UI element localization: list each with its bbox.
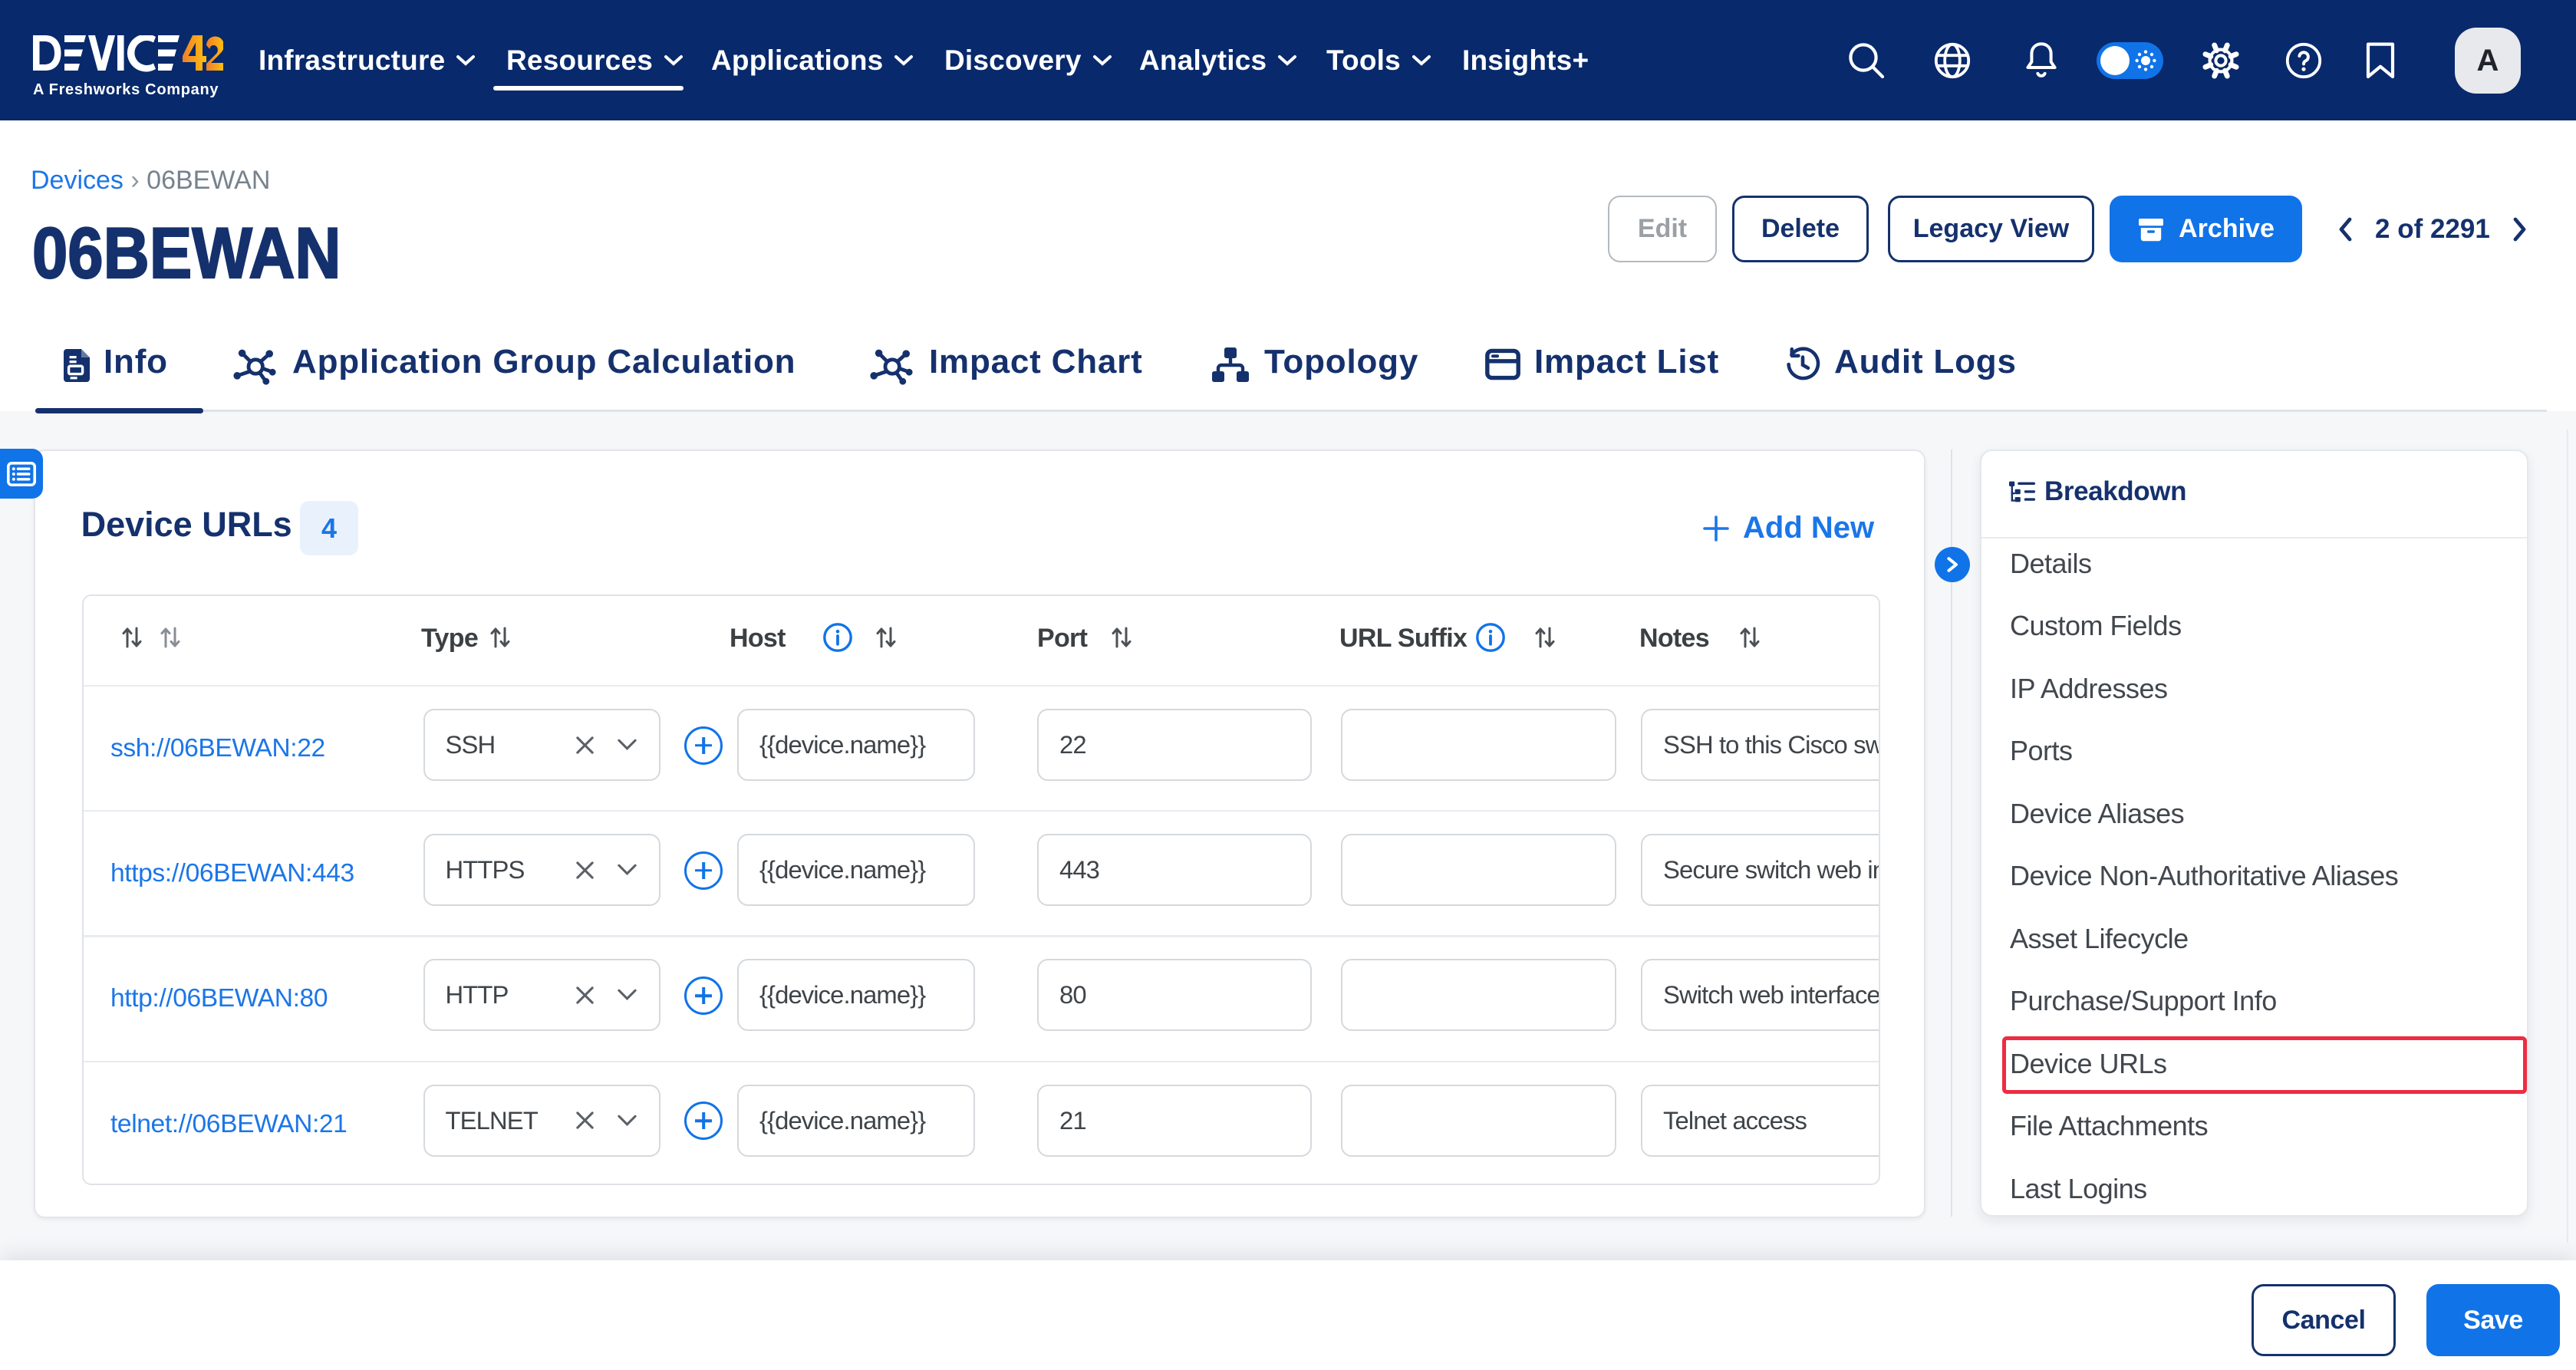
svg-text:A Freshworks Company: A Freshworks Company bbox=[33, 81, 219, 98]
